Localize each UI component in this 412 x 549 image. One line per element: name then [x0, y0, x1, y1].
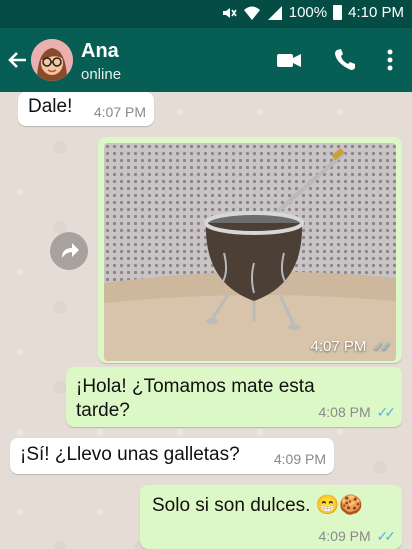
- read-receipt-icon: ✓✓: [372, 338, 393, 354]
- battery-icon: [333, 5, 343, 20]
- message-time: 4:07 PM: [310, 338, 367, 355]
- contact-status: online: [81, 66, 122, 83]
- message-time: 4:08 PM: [318, 404, 371, 420]
- avatar[interactable]: [31, 39, 73, 81]
- phone-call-icon[interactable]: [331, 46, 359, 74]
- contact-name[interactable]: Ana: [81, 40, 119, 63]
- message-time: 4:09 PM: [318, 528, 371, 544]
- wifi-icon: [243, 6, 260, 20]
- message-bubble-incoming[interactable]: Dale! 4:07 PM: [18, 92, 154, 126]
- message-time: 4:07 PM: [93, 104, 146, 120]
- status-bar: 100% 4:10 PM: [0, 0, 412, 28]
- mute-icon: [222, 7, 237, 18]
- image-meta: 4:07 PM ✓✓: [310, 338, 393, 355]
- message-bubble-outgoing[interactable]: ¡Hola! ¿Tomamos mate esta tarde? 4:08 PM…: [66, 367, 402, 427]
- message-text: ¡Sí! ¿Llevo unas galletas?: [20, 444, 240, 465]
- mate-gourd-photo: [104, 143, 396, 361]
- read-receipt-icon: ✓✓: [376, 404, 397, 420]
- message-bubble-image[interactable]: 4:07 PM ✓✓: [98, 137, 402, 363]
- message-time: 4:09 PM: [273, 451, 326, 467]
- message-bubble-outgoing[interactable]: Solo si son dulces. 😁🍪 4:09 PM ✓✓: [140, 485, 402, 549]
- signal-icon: [267, 5, 282, 20]
- image-thumbnail[interactable]: 4:07 PM ✓✓: [104, 143, 396, 361]
- message-text: Dale!: [28, 96, 73, 117]
- message-list[interactable]: Dale! 4:07 PM 4:07 PM ✓✓ ¡Hola! ¿Tomamos…: [0, 92, 412, 549]
- message-meta: 4:09 PM ✓✓: [318, 528, 397, 545]
- more-options-icon[interactable]: [380, 46, 400, 74]
- message-text: Solo si son dulces. 😁🍪: [152, 495, 364, 516]
- avatar-face-icon: [31, 39, 73, 81]
- clock: 4:10 PM: [348, 4, 404, 21]
- forward-button[interactable]: [50, 232, 88, 270]
- back-arrow-icon[interactable]: [4, 46, 32, 74]
- message-meta: 4:08 PM ✓✓: [318, 404, 397, 421]
- read-receipt-icon: ✓✓: [376, 528, 397, 544]
- chat-header: Ana online: [0, 28, 412, 92]
- forward-icon: [62, 243, 79, 258]
- video-call-icon[interactable]: [275, 46, 303, 74]
- battery-percentage: 100%: [288, 4, 328, 21]
- message-bubble-incoming[interactable]: ¡Sí! ¿Llevo unas galletas? 4:09 PM: [10, 438, 334, 474]
